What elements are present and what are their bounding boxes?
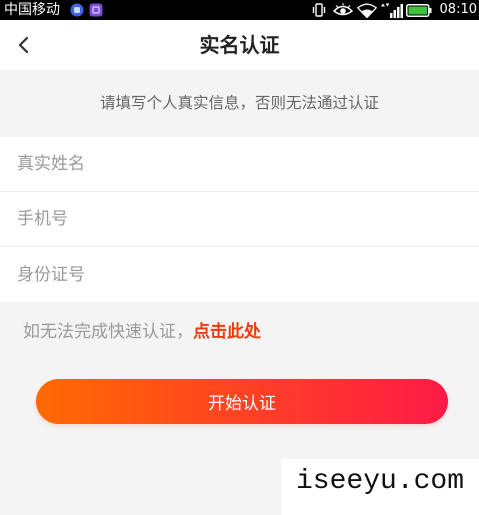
- eye-icon: [333, 3, 353, 16]
- real-name-input[interactable]: [17, 144, 457, 184]
- help-text: 如无法完成快速认证，: [23, 322, 193, 342]
- chevron-left-icon[interactable]: [17, 36, 29, 54]
- phone-number-input[interactable]: [17, 199, 457, 239]
- clock-time: 08:10: [439, 2, 477, 17]
- nav-header: 实名认证: [0, 20, 479, 70]
- vibrate-icon: [312, 3, 326, 17]
- app-notification-icon: [70, 3, 84, 17]
- watermark: iseeyu.com: [281, 459, 479, 515]
- start-verification-button[interactable]: 开始认证: [36, 379, 448, 424]
- help-line: 如无法完成快速认证，点击此处: [23, 318, 261, 346]
- verification-form: [0, 137, 479, 302]
- click-here-link[interactable]: 点击此处: [193, 322, 261, 342]
- watermark-text: iseeyu.com: [295, 466, 465, 497]
- carrier-name: 中国移动: [4, 2, 60, 18]
- form-row-id-number: [0, 247, 479, 302]
- app-notification-icon: [89, 3, 103, 17]
- form-row-phone: [0, 192, 479, 247]
- signal-icon: [381, 3, 403, 18]
- back-button[interactable]: [8, 30, 38, 60]
- form-row-real-name: [0, 137, 479, 192]
- wifi-icon: [357, 3, 377, 18]
- page-title: 实名认证: [199, 33, 280, 57]
- status-bar: 中国移动 08:10: [0, 0, 479, 20]
- id-number-input[interactable]: [17, 254, 457, 295]
- notice-text: 请填写个人真实信息，否则无法通过认证: [99, 94, 379, 112]
- battery-icon: [406, 4, 432, 17]
